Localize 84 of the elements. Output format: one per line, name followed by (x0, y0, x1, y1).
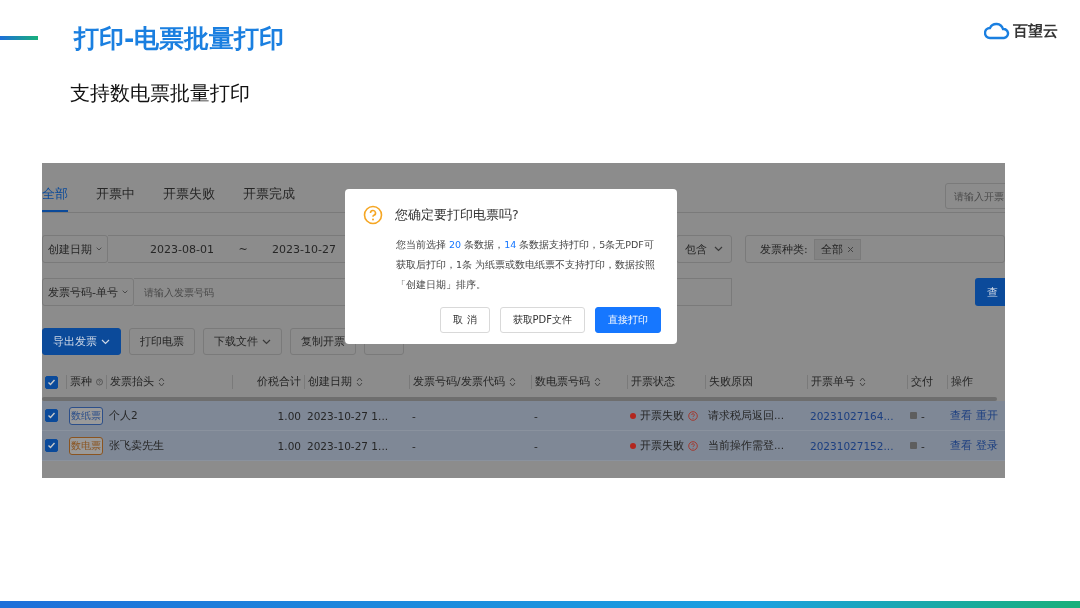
toolbar-button[interactable]: 复制开票 (290, 328, 356, 355)
check-icon (47, 377, 56, 387)
select-all-checkbox[interactable] (45, 375, 58, 389)
help-icon (688, 410, 698, 421)
table-cell-text: 1.00 (276, 409, 302, 422)
table-row[interactable]: 数纸票 个人2 1.00 2023-10-27 1... - - 开票失败 请求税局返回... 20231027164... - 查看 重开 (42, 401, 1005, 431)
table-cell-text: 当前操作需登... (707, 438, 785, 453)
sort-icon[interactable] (859, 377, 866, 387)
cloud-icon (984, 22, 1010, 40)
table-cell-text: - (411, 409, 417, 422)
tab[interactable]: 全部 (42, 179, 68, 212)
logo-text: 百望云 (1013, 21, 1058, 41)
table-cell-text: - (533, 439, 539, 452)
table-cell-text: 个人2 (108, 408, 139, 423)
table-cell-text: 张飞卖先生 (108, 438, 165, 453)
delivery-icon (910, 442, 917, 449)
table-cell-text: 2023-10-27 1... (306, 439, 390, 452)
order-number-link[interactable]: 20231027152... (807, 439, 907, 452)
number-field-select[interactable]: 发票号码-单号 (42, 278, 134, 306)
table-row[interactable]: 数电票 张飞卖先生 1.00 2023-10-27 1... - - 开票失败 当前操作需登... 20231027152... - 查看 登录 (42, 431, 1005, 461)
tab[interactable]: 开票完成 (243, 179, 295, 212)
field-label: 发票种类: (760, 241, 808, 257)
column-header: 发票抬头 (106, 375, 232, 389)
query-button[interactable]: 查 (975, 278, 1005, 306)
help-icon (96, 377, 103, 387)
slide-subtitle: 支持数电票批量打印 (70, 80, 251, 107)
sort-icon[interactable] (594, 377, 601, 387)
help-icon (363, 205, 383, 225)
dialog-button[interactable]: 直接打印 (595, 307, 661, 333)
column-header: 开票单号 (807, 375, 907, 389)
close-icon[interactable] (846, 245, 854, 253)
dialog-message: 您当前选择 20 条数据，14 条数据支持打印，5条无PDF可获取后打印，1条 为纸票或数电纸票不支持打印，数据按照「创建日期」排序。 (396, 238, 657, 292)
caret-icon (122, 289, 128, 295)
table-cell-text: 请求税局返回... (707, 408, 785, 423)
table-cell-text: - (533, 409, 539, 422)
check-icon (47, 411, 56, 420)
invoice-type-tag: 数纸票 (69, 406, 103, 425)
slide-title: 打印-电票批量打印 (74, 22, 286, 55)
sort-icon[interactable] (356, 377, 363, 387)
sort-icon[interactable] (158, 377, 165, 387)
row-checkbox[interactable] (45, 439, 58, 452)
column-header: 开票状态 (627, 375, 705, 389)
column-header: 创建日期 (304, 375, 409, 389)
action-link[interactable]: 重开 (976, 408, 998, 423)
toolbar-button[interactable]: 下载文件 (203, 328, 282, 355)
column-header: 票种 (66, 375, 106, 389)
status-text: 开票失败 (640, 438, 684, 453)
table-cell-text: 1.00 (276, 439, 302, 452)
status-text: 开票失败 (640, 408, 684, 423)
table-cell-text: 2023-10-27 1... (306, 409, 390, 422)
column-header: 失败原因 (705, 375, 807, 389)
caret-icon (101, 338, 110, 345)
caret-icon (262, 338, 271, 345)
table-cell-text: - (411, 439, 417, 452)
help-icon (688, 440, 698, 451)
dialog-button[interactable]: 取 消 (440, 307, 490, 333)
delivery-icon (910, 412, 917, 419)
caret-icon (96, 246, 102, 252)
order-number-link[interactable]: 20231027164... (807, 409, 907, 422)
action-link[interactable]: 查看 (950, 438, 972, 453)
toolbar-button[interactable]: 导出发票 (42, 328, 121, 355)
dialog-button[interactable]: 获取PDF文件 (499, 307, 585, 333)
invoice-type-tag: 数电票 (69, 436, 103, 455)
dialog-title: 您确定要打印电票吗? (395, 206, 519, 224)
accent-bar (0, 36, 38, 40)
filter-tag[interactable]: 全部 (813, 238, 861, 260)
tab[interactable]: 开票失败 (163, 179, 215, 212)
column-header: 数电票号码 (531, 375, 627, 389)
invoice-type-field[interactable]: 发票种类: 全部 (745, 235, 1005, 263)
tab[interactable]: 开票中 (96, 179, 135, 212)
check-icon (47, 441, 56, 450)
sort-icon[interactable] (508, 377, 516, 387)
column-header: 价税合计 (232, 375, 304, 389)
action-link[interactable]: 查看 (950, 408, 972, 423)
column-header: 交付 (907, 375, 947, 389)
date-field-select[interactable]: 创建日期 (42, 235, 108, 263)
delivery-text: - (921, 409, 925, 422)
column-header: 操作 (947, 375, 1005, 389)
column-header: 发票号码/发票代码 (409, 375, 531, 389)
delivery-text: - (921, 439, 925, 452)
row-checkbox[interactable] (45, 409, 58, 422)
action-link[interactable]: 登录 (976, 438, 998, 453)
caret-icon (714, 246, 723, 252)
toolbar-button[interactable]: 打印电票 (129, 328, 195, 355)
